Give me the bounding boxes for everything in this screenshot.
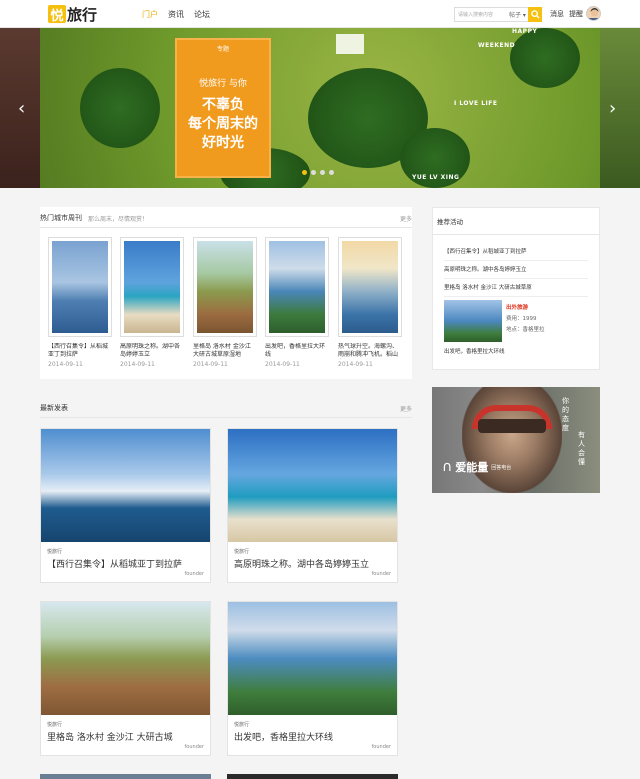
latest-more-link[interactable]: 更多: [400, 404, 412, 413]
ad-slogan-2: 有人会懂: [578, 431, 585, 466]
messages-link[interactable]: 消息: [550, 9, 564, 19]
post-card[interactable]: 悦旅行 里格岛 洛水村 金沙江 大研古城 founder: [40, 601, 211, 756]
banner-dot[interactable]: [320, 170, 325, 175]
banner-prev-arrow[interactable]: ‹: [18, 98, 25, 119]
banner-promo-card[interactable]: 专题 悦旅行 与你 不辜负 每个周末的 好时光: [175, 38, 271, 178]
activity-link[interactable]: 高原明珠之称。湖中各岛婷婷玉立: [444, 265, 527, 273]
banner-text-love: I LOVE LIFE: [454, 100, 498, 107]
latest-divider: [40, 417, 412, 418]
post-card[interactable]: 悦旅行 出发吧，香格里拉大环线 founder: [227, 601, 398, 756]
site-logo[interactable]: 悦 旅行: [48, 4, 97, 24]
city-card-date: 2014-09-11: [193, 361, 228, 368]
post-author: founder: [371, 571, 391, 577]
search-scope-select[interactable]: 帖子 ▾: [509, 10, 526, 19]
hot-cities-more-link[interactable]: 更多: [400, 214, 412, 223]
post-author: founder: [184, 571, 204, 577]
activity-feature-image[interactable]: [444, 300, 502, 342]
city-card[interactable]: 热气球升空。海螺沟、雨崩和腾冲飞机。稻山市 2014-09-11: [338, 237, 402, 368]
activity-separator: [444, 296, 588, 297]
search-button[interactable]: [528, 7, 542, 22]
main-nav: 门户 资讯 论坛: [142, 0, 210, 28]
promo-tag: 专题: [216, 46, 229, 53]
city-card-date: 2014-09-11: [120, 361, 155, 368]
activity-link[interactable]: 出发吧，香格里拉大环线: [444, 347, 505, 355]
logo-text: 旅行: [67, 5, 98, 24]
promo-line-1: 不辜负: [202, 97, 244, 113]
banner-dot[interactable]: [329, 170, 334, 175]
city-card-date: 2014-09-11: [338, 361, 373, 368]
ad-brand-name: 爱能量: [455, 461, 489, 474]
activity-separator: [444, 278, 588, 279]
city-card[interactable]: 高原明珠之称。湖中各岛婷婷玉立 2014-09-11: [120, 237, 184, 368]
post-category: 悦旅行: [234, 722, 250, 728]
post-category: 悦旅行: [47, 549, 63, 555]
activity-feature-label[interactable]: 出外旅游: [506, 303, 528, 311]
banner-text-happy: HAPPY: [512, 28, 538, 35]
post-title[interactable]: 【西行召集令】从稻城亚丁到拉萨: [47, 557, 182, 570]
ad-logo-icon: ∩: [442, 459, 453, 475]
city-card-date: 2014-09-11: [48, 361, 83, 368]
banner-dot[interactable]: [302, 170, 307, 175]
user-avatar[interactable]: [586, 6, 601, 21]
ad-banner[interactable]: ∩ 爱能量 回答电台 你的态度 有人会懂: [432, 387, 600, 493]
promo-line-2: 每个周末的: [188, 116, 258, 132]
post-title[interactable]: 高原明珠之称。湖中各岛婷婷玉立: [234, 557, 369, 570]
post-title[interactable]: 出发吧，香格里拉大环线: [234, 730, 333, 743]
post-category: 悦旅行: [47, 722, 63, 728]
post-author: founder: [371, 744, 391, 750]
post-card[interactable]: 悦旅行 【西行召集令】从稻城亚丁到拉萨 founder: [40, 428, 211, 583]
banner-next-arrow[interactable]: ›: [609, 98, 616, 119]
hot-cities-subtitle: 那么周末，尽情观赏！: [88, 216, 149, 223]
activity-feature-place: 地点：香格里拉: [506, 327, 545, 333]
activity-link[interactable]: 【西行召集令】从稻城亚丁到拉萨: [444, 247, 527, 255]
banner-dot[interactable]: [311, 170, 316, 175]
promo-headline: 不辜负 每个周末的 好时光: [177, 96, 269, 153]
search-icon: [530, 10, 540, 19]
city-card[interactable]: 出发吧，香格里拉大环线 2014-09-11: [265, 237, 329, 368]
ad-hair: [478, 419, 546, 433]
search-scope-label: 帖子: [509, 12, 522, 19]
city-card-title: 热气球升空。海螺沟、雨崩和腾冲飞机。稻山市: [338, 343, 399, 358]
banner-text-weekend: WEEKEND: [478, 42, 516, 49]
banner-pagination: [302, 170, 334, 175]
promo-subtitle: 悦旅行 与你: [199, 79, 247, 89]
city-card-title: 出发吧，香格里拉大环线: [265, 343, 326, 358]
nav-portal[interactable]: 门户: [142, 9, 158, 20]
city-card-title: 里格岛 洛水村 金沙江 大研古城草原湿地: [193, 343, 251, 358]
hot-cities-title: 热门城市周刊: [40, 214, 82, 222]
post-card-peek: [227, 774, 398, 779]
ad-portrait: [462, 387, 562, 493]
city-card-title: 高原明珠之称。湖中各岛婷婷玉立: [120, 343, 181, 358]
activities-divider: [433, 234, 599, 235]
city-card[interactable]: 【西行召集令】从稻城亚丁到拉萨 2014-09-11: [48, 237, 112, 368]
activity-feature-cost: 费用：1999: [506, 316, 537, 322]
post-card-peek: [40, 774, 211, 779]
promo-line-3: 好时光: [202, 135, 244, 151]
reminders-link[interactable]: 提醒: [569, 9, 583, 19]
activities-title: 推荐活动: [437, 218, 463, 226]
top-header: 悦 旅行 门户 资讯 论坛 请输入搜索内容 帖子 ▾ 消息 提醒: [0, 0, 640, 28]
search-placeholder: 请输入搜索内容: [458, 12, 494, 18]
ad-brand-sub: 回答电台: [491, 464, 512, 471]
activity-separator: [444, 260, 588, 261]
city-card[interactable]: 里格岛 洛水村 金沙江 大研古城草原湿地 2014-09-11: [193, 237, 257, 368]
post-category: 悦旅行: [234, 549, 250, 555]
city-card-title: 【西行召集令】从稻城亚丁到拉萨: [48, 343, 109, 358]
post-title[interactable]: 里格岛 洛水村 金沙江 大研古城: [47, 730, 173, 743]
logo-mark: 悦: [48, 5, 66, 24]
banner-text-yue: YUE LV XING: [412, 174, 460, 181]
ad-slogan-1: 你的态度: [562, 397, 569, 432]
banner-image: 专题 悦旅行 与你 不辜负 每个周末的 好时光 HAPPY WEEKEND I …: [40, 28, 600, 188]
post-card[interactable]: 悦旅行 高原明珠之称。湖中各岛婷婷玉立 founder: [227, 428, 398, 583]
hero-banner[interactable]: 专题 悦旅行 与你 不辜负 每个周末的 好时光 HAPPY WEEKEND I …: [0, 28, 640, 188]
banner-next-slide: [600, 28, 640, 188]
post-author: founder: [184, 744, 204, 750]
city-card-date: 2014-09-11: [265, 361, 300, 368]
ad-brand: ∩ 爱能量 回答电台: [442, 459, 511, 475]
nav-forum[interactable]: 论坛: [194, 9, 210, 20]
latest-title: 最新发表: [40, 404, 68, 412]
activity-link[interactable]: 里格岛 洛水村 金沙江 大研古城草原: [444, 283, 532, 291]
nav-news[interactable]: 资讯: [168, 9, 184, 20]
hot-cities-divider: [40, 227, 412, 228]
